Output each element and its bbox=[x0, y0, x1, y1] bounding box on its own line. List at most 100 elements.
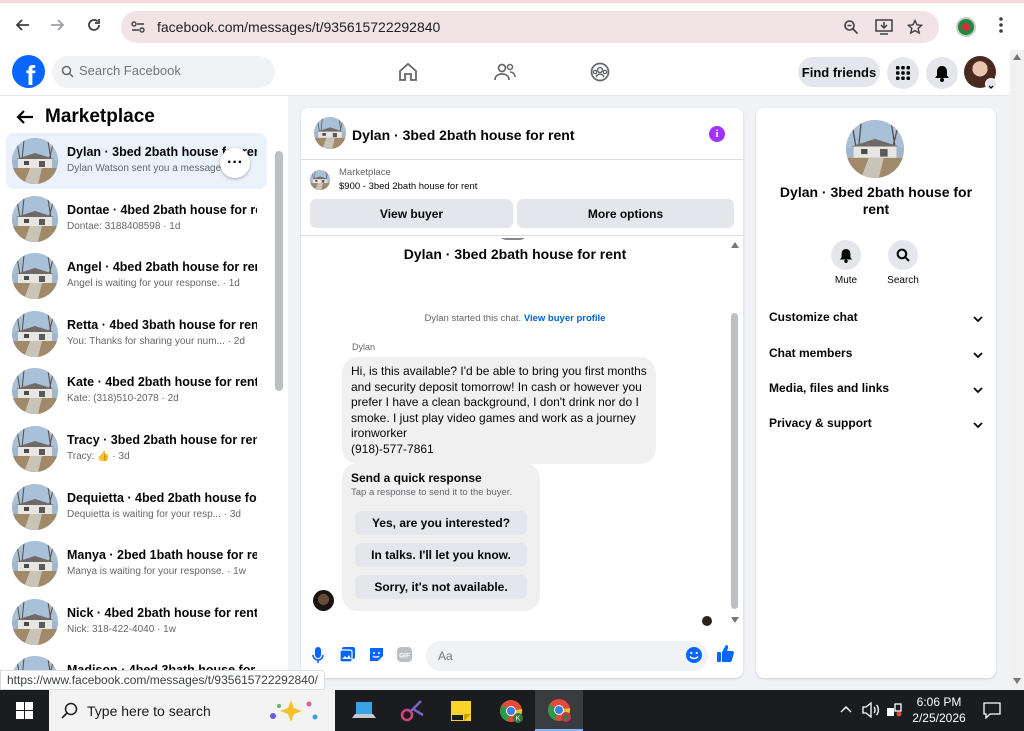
marketplace-listing-bar: Marketplace $900 - 3bed 2bath house for … bbox=[301, 161, 743, 236]
sticky-notes-icon[interactable] bbox=[437, 690, 485, 731]
sender-name: Dylan bbox=[352, 342, 376, 352]
search-action[interactable]: Search bbox=[873, 240, 933, 286]
address-bar[interactable]: facebook.com/messages/t/935615722292840 bbox=[121, 11, 939, 43]
more-options-icon[interactable]: ··· bbox=[220, 148, 250, 178]
facebook-logo-icon[interactable]: f bbox=[12, 55, 45, 88]
conversation-title: Angel · 4bed 2bath house for rent bbox=[67, 260, 257, 275]
conversation-item[interactable]: Dylan · 3bed 2bath house for rent Dylan W… bbox=[6, 133, 267, 189]
notifications-bell-icon[interactable] bbox=[926, 57, 958, 89]
bell-icon[interactable] bbox=[831, 240, 861, 270]
groups-icon[interactable] bbox=[590, 62, 610, 87]
gif-icon[interactable]: GIF bbox=[396, 646, 413, 668]
conversation-title: Dequietta · 4bed 2bath house for rent bbox=[67, 490, 257, 505]
search-icon bbox=[61, 65, 74, 83]
message-area: Dylan · 3bed 2bath house for rent Dylan … bbox=[301, 238, 743, 635]
conversation-preview: Dequietta is waiting for your resp... · … bbox=[67, 508, 241, 520]
customize-chat-section[interactable]: Customize chat bbox=[769, 310, 983, 330]
windows-start-icon[interactable] bbox=[0, 690, 48, 731]
listing-thumbnail[interactable] bbox=[310, 170, 330, 190]
conversation-thumbnail bbox=[12, 195, 58, 242]
sender-avatar[interactable] bbox=[313, 590, 334, 611]
find-friends-button[interactable]: Find friends bbox=[798, 57, 880, 87]
sticker-icon[interactable] bbox=[368, 646, 385, 668]
chat-scrollbar[interactable] bbox=[731, 313, 738, 609]
taskbar-search-text: Type here to search bbox=[87, 703, 211, 719]
chrome-active-icon[interactable] bbox=[535, 690, 583, 731]
conversation-thumbnail bbox=[12, 253, 58, 300]
photo-icon[interactable] bbox=[339, 646, 356, 668]
network-icon[interactable] bbox=[886, 702, 902, 723]
menu-grid-icon[interactable] bbox=[887, 57, 919, 89]
conversation-preview: Angel is waiting for your response. · 1d bbox=[67, 278, 240, 290]
sidebar-title: Marketplace bbox=[45, 106, 155, 127]
privacy-support-section[interactable]: Privacy & support bbox=[769, 416, 983, 436]
message-input[interactable] bbox=[426, 641, 708, 671]
facebook-search[interactable] bbox=[52, 56, 275, 88]
back-arrow-icon[interactable] bbox=[16, 109, 34, 130]
quick-reply-not-available-button[interactable]: Sorry, it's not available. bbox=[355, 575, 527, 599]
bookmark-star-icon[interactable] bbox=[907, 19, 923, 35]
mute-action[interactable]: Mute bbox=[816, 240, 876, 286]
chevron-down-icon bbox=[973, 418, 983, 432]
conversation-item[interactable]: Nick · 4bed 2bath house for rent Nick: 31… bbox=[6, 594, 267, 650]
chevron-down-icon bbox=[973, 348, 983, 362]
chat-members-section[interactable]: Chat members bbox=[769, 346, 983, 366]
microphone-icon[interactable] bbox=[311, 646, 325, 669]
page-scrollbar[interactable] bbox=[1010, 50, 1024, 690]
search-input[interactable] bbox=[79, 63, 259, 78]
scroll-down-arrow-icon[interactable] bbox=[731, 617, 739, 623]
conversation-item[interactable]: Tracy · 3bed 2bath house for rent Tracy: … bbox=[6, 421, 267, 477]
info-icon[interactable]: i bbox=[709, 126, 725, 142]
conversation-item[interactable]: Angel · 4bed 2bath house for rent Angel i… bbox=[6, 248, 267, 304]
chrome-profile-icon[interactable]: K bbox=[487, 690, 535, 731]
show-hidden-icons-icon[interactable] bbox=[840, 702, 852, 721]
reload-icon[interactable] bbox=[82, 13, 106, 37]
taskbar-search[interactable]: Type here to search bbox=[49, 690, 335, 731]
laptop-app-icon[interactable] bbox=[340, 690, 388, 731]
browser-menu-icon[interactable] bbox=[996, 15, 1006, 40]
more-options-button[interactable]: More options bbox=[517, 199, 734, 228]
conversation-photo[interactable] bbox=[846, 120, 904, 178]
conversation-preview: Kate: (318)510-2078 · 2d bbox=[67, 393, 179, 405]
chevron-down-icon bbox=[973, 312, 983, 326]
conversation-item[interactable]: Kate · 4bed 2bath house for rent Kate: (3… bbox=[6, 363, 267, 419]
snipping-tool-icon[interactable] bbox=[388, 690, 436, 731]
scroll-up-arrow-icon[interactable] bbox=[731, 242, 739, 248]
quick-reply-yes-button[interactable]: Yes, are you interested? bbox=[355, 511, 527, 535]
emoji-icon[interactable] bbox=[685, 646, 703, 669]
chat-title[interactable]: Dylan · 3bed 2bath house for rent bbox=[352, 127, 574, 143]
like-thumb-icon[interactable] bbox=[716, 644, 735, 668]
system-clock[interactable]: 6:06 PM 2/25/2026 bbox=[906, 694, 972, 726]
notification-center-icon[interactable] bbox=[983, 702, 1001, 724]
quick-response-card: Send a quick response Tap a response to … bbox=[342, 463, 540, 611]
media-files-links-section[interactable]: Media, files and links bbox=[769, 381, 983, 401]
search-icon[interactable] bbox=[888, 240, 918, 270]
view-buyer-profile-link[interactable]: View buyer profile bbox=[524, 313, 606, 324]
volume-icon[interactable] bbox=[862, 701, 880, 723]
marketplace-label: Marketplace bbox=[339, 167, 391, 178]
back-icon[interactable] bbox=[10, 13, 34, 37]
listing-title[interactable]: $900 - 3bed 2bath house for rent bbox=[339, 181, 477, 192]
home-icon[interactable] bbox=[398, 62, 418, 87]
conversation-item[interactable]: Dontae · 4bed 2bath house for rent Dontae… bbox=[6, 191, 267, 247]
zoom-icon[interactable] bbox=[843, 19, 859, 35]
site-info-icon[interactable] bbox=[130, 19, 146, 35]
account-chevron-icon[interactable] bbox=[985, 78, 997, 90]
friends-icon[interactable] bbox=[494, 62, 516, 87]
conversation-title: Tracy · 3bed 2bath house for rent bbox=[67, 433, 257, 447]
sidebar-scrollbar[interactable] bbox=[275, 151, 283, 391]
forward-icon[interactable] bbox=[46, 13, 70, 37]
quick-reply-in-talks-button[interactable]: In talks. I'll let you know. bbox=[355, 543, 527, 567]
chat-started-notice: Dylan started this chat. View buyer prof… bbox=[301, 313, 729, 324]
conversation-item[interactable]: Manya · 2bed 1bath house for rent Manya i… bbox=[6, 536, 267, 592]
conversation-item[interactable]: Retta · 4bed 3bath house for rent You: Th… bbox=[6, 306, 267, 362]
message-bubble[interactable]: Hi, is this available? I'd be able to br… bbox=[342, 357, 656, 464]
conversation-item[interactable]: Dequietta · 4bed 2bath house for rent Deq… bbox=[6, 479, 267, 535]
install-app-icon[interactable] bbox=[875, 19, 893, 35]
chat-thumbnail[interactable] bbox=[314, 117, 346, 149]
status-bar-url: https://www.facebook.com/messages/t/9356… bbox=[0, 670, 325, 690]
view-buyer-button[interactable]: View buyer bbox=[310, 199, 513, 228]
read-receipt-avatar bbox=[702, 616, 712, 626]
logo-letter: f bbox=[25, 60, 36, 88]
profile-icon[interactable] bbox=[956, 17, 976, 37]
